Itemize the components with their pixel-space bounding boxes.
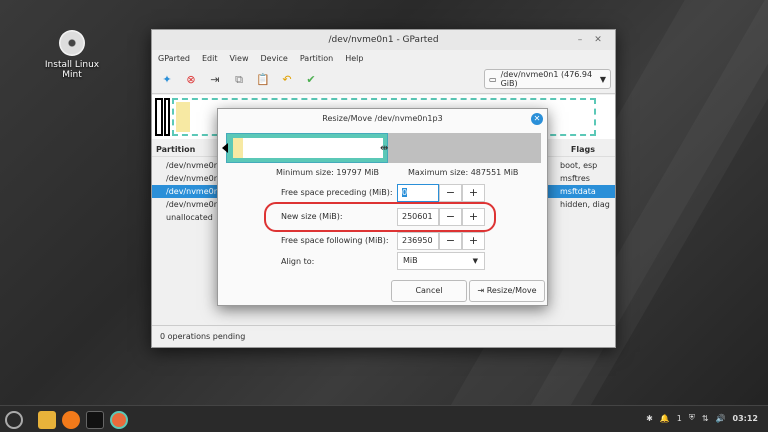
col-flags[interactable]: Flags [571, 145, 595, 154]
device-selector-value: /dev/nvme0n1 (476.94 GiB) [500, 70, 593, 88]
plus-icon[interactable]: + [462, 232, 485, 250]
row-flags: boot, esp [560, 161, 598, 170]
following-label: Free space following (MiB): [281, 236, 389, 245]
new-size-spinner: 250601 − + [397, 208, 487, 226]
delete-icon[interactable]: ⊗ [182, 71, 200, 89]
dialog-title: Resize/Move /dev/nvme0n1p3 [322, 114, 443, 123]
cancel-button[interactable]: Cancel [391, 280, 467, 302]
close-icon[interactable]: ✕ [593, 35, 603, 45]
menu-help[interactable]: Help [345, 54, 363, 63]
menubar: GParted Edit View Device Partition Help [152, 50, 615, 66]
menu-gparted[interactable]: GParted [158, 54, 190, 63]
undo-icon[interactable]: ↶ [278, 71, 296, 89]
menu-device[interactable]: Device [260, 54, 287, 63]
row-partition: /dev/nvme0n1 [166, 187, 224, 196]
dropdown-arrow-icon: ▼ [472, 257, 478, 265]
new-size-label: New size (MiB): [281, 212, 343, 221]
status-text: 0 operations pending [160, 332, 246, 341]
plus-icon[interactable]: + [462, 184, 485, 202]
row-partition: /dev/nvme0n1 [166, 200, 224, 209]
window-title: /dev/nvme0n1 - GParted [328, 35, 439, 45]
min-size-text: Minimum size: 19797 MiB [276, 168, 379, 177]
row-partition: /dev/nvme0n1 [166, 174, 224, 183]
row-flags: msftres [560, 174, 590, 183]
resize-move-button[interactable]: ⇥ Resize/Move [469, 280, 545, 302]
resize-icon[interactable]: ⇥ [206, 71, 224, 89]
partition-graphic[interactable] [226, 133, 388, 163]
minus-icon[interactable]: − [439, 232, 462, 250]
drive-icon: ▭ [489, 74, 497, 84]
paste-icon[interactable]: 📋 [254, 71, 272, 89]
new-size-input[interactable]: 250601 [397, 208, 439, 226]
menu-view[interactable]: View [230, 54, 249, 63]
menu-partition[interactable]: Partition [300, 54, 333, 63]
gparted-task-icon[interactable] [110, 411, 128, 429]
resize-dialog: Resize/Move /dev/nvme0n1p3 ✕ ⇹ Minimum s… [217, 108, 548, 306]
disk-segment[interactable] [164, 98, 170, 136]
following-input[interactable]: 236950 [397, 232, 439, 250]
terminal-icon[interactable] [86, 411, 104, 429]
desktop-icon-label: Install Linux Mint [44, 60, 100, 80]
left-handle-icon[interactable] [222, 143, 228, 153]
new-partition-icon[interactable]: ✦ [158, 71, 176, 89]
shield-icon[interactable]: ⛨ [689, 413, 695, 423]
copy-icon[interactable]: ⧉ [230, 71, 248, 89]
files-icon[interactable] [38, 411, 56, 429]
right-handle-icon[interactable]: ⇹ [380, 143, 388, 154]
desktop-icon-install[interactable]: Install Linux Mint [34, 30, 110, 80]
notification-count: 1 [676, 413, 682, 423]
network-icon[interactable]: ⇅ [702, 414, 709, 423]
plus-icon[interactable]: + [462, 208, 485, 226]
row-partition: /dev/nvme0n1 [166, 161, 224, 170]
dropdown-arrow-icon: ▼ [599, 74, 606, 84]
minimize-icon[interactable]: – [575, 35, 585, 45]
system-tray: ✱ 🔔 1 ⛨ ⇅ 🔊 03:12 [646, 413, 758, 423]
window-titlebar[interactable]: /dev/nvme0n1 - GParted – ✕ [152, 30, 615, 50]
status-bar: 0 operations pending [152, 325, 615, 347]
device-selector[interactable]: ▭ /dev/nvme0n1 (476.94 GiB) ▼ [484, 69, 611, 89]
notification-icon[interactable]: 🔔 [660, 414, 670, 423]
apply-icon[interactable]: ✔ [302, 71, 320, 89]
col-partition[interactable]: Partition [156, 145, 195, 154]
align-value: MiB [403, 256, 418, 265]
preceding-value: 0 [402, 188, 408, 197]
row-flags: msftdata [560, 187, 596, 196]
dialog-titlebar[interactable]: Resize/Move /dev/nvme0n1p3 ✕ [218, 109, 547, 129]
resize-move-label: Resize/Move [486, 286, 537, 295]
disc-icon [59, 30, 85, 56]
volume-icon[interactable]: 🔊 [716, 414, 726, 423]
used-space [233, 138, 383, 158]
bluetooth-icon[interactable]: ✱ [646, 414, 653, 423]
preceding-input[interactable]: 0 [397, 184, 439, 202]
taskbar: ✱ 🔔 1 ⛨ ⇅ 🔊 03:12 [0, 405, 768, 432]
disk-segment[interactable] [155, 98, 163, 136]
preceding-label: Free space preceding (MiB): [281, 188, 393, 197]
minus-icon[interactable]: − [439, 184, 462, 202]
minus-icon[interactable]: − [439, 208, 462, 226]
preceding-spinner: 0 − + [397, 184, 487, 202]
clock[interactable]: 03:12 [733, 414, 758, 423]
close-icon[interactable]: ✕ [531, 113, 543, 125]
menu-edit[interactable]: Edit [202, 54, 218, 63]
align-label: Align to: [281, 257, 315, 266]
following-spinner: 236950 − + [397, 232, 487, 250]
row-flags: hidden, diag [560, 200, 610, 209]
resize-icon: ⇥ [477, 286, 487, 295]
max-size-text: Maximum size: 487551 MiB [408, 168, 519, 177]
row-partition: unallocated [166, 213, 213, 222]
align-select[interactable]: MiB ▼ [397, 252, 485, 270]
firefox-icon[interactable] [62, 411, 80, 429]
mint-menu-icon[interactable] [5, 411, 23, 429]
